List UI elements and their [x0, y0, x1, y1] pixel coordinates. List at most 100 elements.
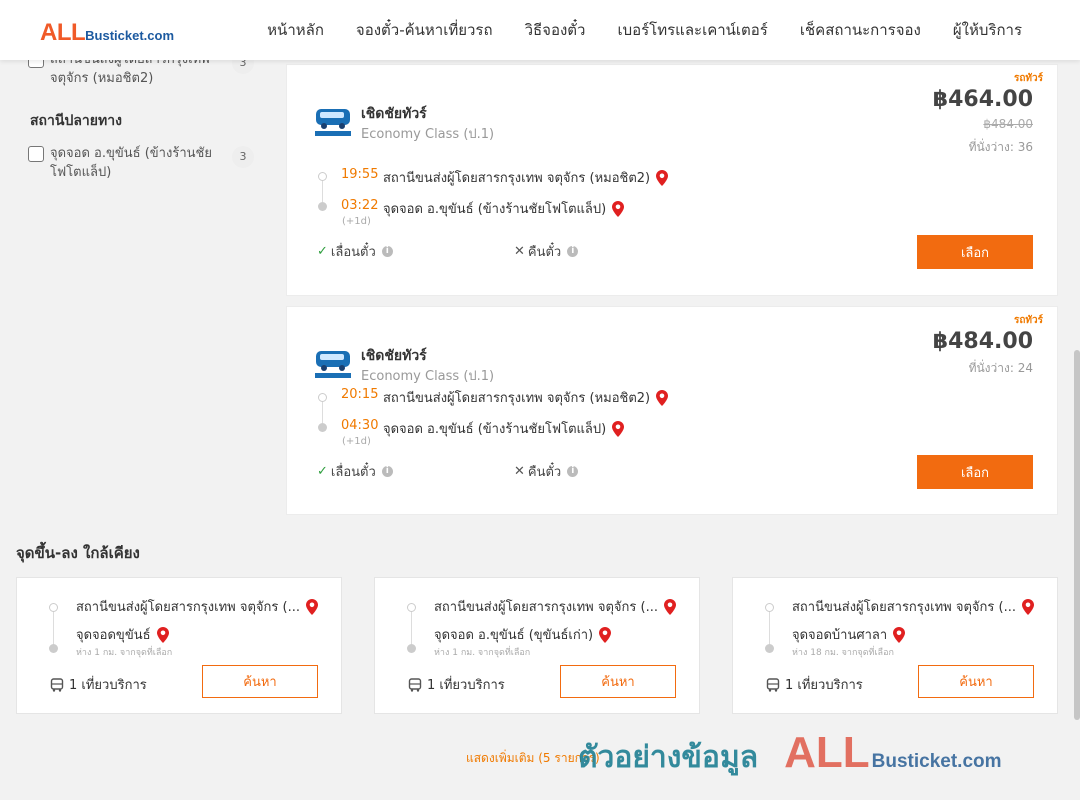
- route-dot-end: [318, 202, 327, 211]
- arrival-station-name: จุดจอด อ.ขุขันธ์ (ข้างร้านชัยโฟโตแล็ป): [383, 202, 607, 217]
- map-pin-icon[interactable]: [305, 598, 318, 615]
- map-pin-icon[interactable]: [599, 626, 612, 643]
- watermark-text: ตัวอย่างข้อมูล: [578, 740, 759, 775]
- arrival-station[interactable]: จุดจอด อ.ขุขันธ์ (ข้างร้านชัยโฟโตแล็ป): [383, 418, 625, 439]
- route-line: [411, 608, 412, 646]
- nearby-destination-name: จุดจอด อ.ขุขันธ์ (ขุขันธ์เก่า): [434, 628, 594, 643]
- filter-count-badge: 3: [232, 146, 254, 168]
- map-pin-icon[interactable]: [663, 598, 676, 615]
- reschedule-policy: ✓ เลื่อนตั๋ว i: [317, 461, 393, 482]
- check-icon: ✓: [317, 244, 328, 259]
- route-dot-start: [765, 603, 774, 612]
- watermark-logo-all: ALL: [784, 728, 870, 777]
- filter-item-label: จุดจอด อ.ขุขันธ์ (ข้างร้านชัยโฟโตแล็ป): [50, 146, 212, 180]
- search-button[interactable]: ค้นหา: [560, 665, 676, 698]
- info-icon[interactable]: i: [567, 246, 579, 257]
- logo-domain-text: Busticket.com: [85, 28, 175, 43]
- departure-station[interactable]: สถานีขนส่งผู้โดยสารกรุงเทพ จตุจักร (หมอช…: [383, 387, 669, 408]
- seats-available: ที่นั่งว่าง: 24: [968, 361, 1033, 375]
- route-line: [769, 608, 770, 646]
- info-icon[interactable]: i: [381, 246, 393, 257]
- departure-station[interactable]: สถานีขนส่งผู้โดยสารกรุงเทพ จตุจักร (หมอช…: [383, 167, 669, 188]
- info-icon[interactable]: i: [381, 466, 393, 477]
- logo-all-text: ALL: [40, 19, 86, 46]
- bus-icon: [766, 677, 780, 692]
- trip-price: ฿464.00: [932, 87, 1033, 112]
- departure-time: 20:15: [341, 387, 379, 402]
- route-dot-start: [318, 172, 327, 181]
- route-dot-end: [407, 644, 416, 653]
- nearby-service-count: 1 เที่ยวบริการ: [50, 674, 147, 695]
- site-header: ALL Busticket.com หน้าหลัก จองตั๋ว-ค้นหา…: [0, 0, 1080, 60]
- map-pin-icon[interactable]: [156, 626, 169, 643]
- trip-price: ฿484.00: [932, 329, 1033, 354]
- nearby-destination: จุดจอด อ.ขุขันธ์ (ขุขันธ์เก่า): [434, 624, 612, 645]
- route-dot-start: [407, 603, 416, 612]
- map-pin-icon[interactable]: [612, 420, 625, 437]
- route-line: [322, 399, 323, 423]
- nav-home[interactable]: หน้าหลัก: [267, 18, 324, 42]
- bus-icon: [50, 677, 64, 692]
- filter-destination-title: สถานีปลายทาง: [30, 113, 122, 129]
- nearby-destination: จุดจอดบ้านศาลา: [792, 624, 906, 645]
- arrival-station[interactable]: จุดจอด อ.ขุขันธ์ (ข้างร้านชัยโฟโตแล็ป): [383, 198, 625, 219]
- map-pin-icon[interactable]: [612, 200, 625, 217]
- nearby-distance: ห่าง 18 กม. จากจุดที่เลือก: [792, 648, 894, 658]
- map-pin-icon[interactable]: [656, 389, 669, 406]
- reschedule-label: เลื่อนตั๋ว: [330, 245, 376, 260]
- vehicle-type-tag: รถทัวร์: [1013, 73, 1043, 84]
- bus-class: Economy Class (ป.1): [361, 369, 495, 384]
- route-dot-start: [318, 393, 327, 402]
- nav-contact[interactable]: เบอร์โทรและเคาน์เตอร์: [617, 18, 767, 42]
- page-scrollbar[interactable]: [1074, 350, 1080, 720]
- bus-icon: [408, 677, 422, 692]
- site-logo[interactable]: ALL Busticket.com: [40, 19, 174, 47]
- main-nav: หน้าหลัก จองตั๋ว-ค้นหาเที่ยวรถ วิธีจองตั…: [267, 0, 1022, 60]
- arrival-station-name: จุดจอด อ.ขุขันธ์ (ข้างร้านชัยโฟโตแล็ป): [383, 422, 607, 437]
- map-pin-icon[interactable]: [893, 626, 906, 643]
- nearby-service-count: 1 เที่ยวบริการ: [408, 674, 505, 695]
- nav-check-status[interactable]: เช็คสถานะการจอง: [800, 18, 921, 42]
- trip-card: รถทัวร์ เชิดชัยทัวร์ Economy Class (ป.1)…: [286, 64, 1058, 296]
- cross-icon: ✕: [514, 244, 525, 259]
- select-trip-button[interactable]: เลือก: [917, 235, 1033, 269]
- vehicle-type-tag: รถทัวร์: [1013, 315, 1043, 326]
- map-pin-icon[interactable]: [656, 169, 669, 186]
- nav-operators[interactable]: ผู้ให้บริการ: [953, 18, 1022, 42]
- watermark-logo-domain: Busticket.com: [871, 751, 1002, 772]
- search-button[interactable]: ค้นหา: [918, 665, 1034, 698]
- next-day-indicator: (+1d): [342, 216, 371, 227]
- route-dot-end: [318, 423, 327, 432]
- refund-policy: ✕ คืนตั๋ว i: [514, 241, 579, 262]
- select-trip-button[interactable]: เลือก: [917, 455, 1033, 489]
- nearby-card: สถานีขนส่งผู้โดยสารกรุงเทพ จตุจักร (... …: [16, 577, 342, 714]
- nav-booking[interactable]: จองตั๋ว-ค้นหาเที่ยวรถ: [356, 18, 493, 42]
- departure-station-name: สถานีขนส่งผู้โดยสารกรุงเทพ จตุจักร (หมอช…: [383, 171, 651, 186]
- search-button[interactable]: ค้นหา: [202, 665, 318, 698]
- nearby-destination: จุดจอดขุขันธ์: [76, 624, 169, 645]
- operator-name: เชิดชัยทัวร์: [361, 106, 427, 122]
- bus-company-logo: [315, 109, 351, 136]
- filter-destination-item[interactable]: จุดจอด อ.ขุขันธ์ (ข้างร้านชัยโฟโตแล็ป) 3: [28, 144, 258, 182]
- nearby-card: สถานีขนส่งผู้โดยสารกรุงเทพ จตุจักร (... …: [374, 577, 700, 714]
- nearby-origin: สถานีขนส่งผู้โดยสารกรุงเทพ จตุจักร (...: [76, 596, 318, 617]
- refund-label: คืนตั๋ว: [527, 465, 562, 480]
- route-dot-end: [49, 644, 58, 653]
- seats-available: ที่นั่งว่าง: 36: [968, 140, 1033, 154]
- reschedule-label: เลื่อนตั๋ว: [330, 465, 376, 480]
- operator-name: เชิดชัยทัวร์: [361, 348, 427, 364]
- arrival-time: 04:30: [341, 418, 379, 433]
- reschedule-policy: ✓ เลื่อนตั๋ว i: [317, 241, 393, 262]
- nearby-section-title: จุดขึ้น-ลง ใกล้เคียง: [16, 544, 140, 562]
- nearby-distance: ห่าง 1 กม. จากจุดที่เลือก: [434, 648, 531, 658]
- info-icon[interactable]: i: [567, 466, 579, 477]
- route-line: [53, 608, 54, 646]
- nearby-origin: สถานีขนส่งผู้โดยสารกรุงเทพ จตุจักร (...: [792, 596, 1034, 617]
- map-pin-icon[interactable]: [1021, 598, 1034, 615]
- nav-how-to-book[interactable]: วิธีจองตั๋ว: [525, 18, 586, 42]
- service-count-label: 1 เที่ยวบริการ: [69, 678, 147, 693]
- filter-checkbox[interactable]: [28, 146, 44, 162]
- refund-policy: ✕ คืนตั๋ว i: [514, 461, 579, 482]
- nearby-origin-name: สถานีขนส่งผู้โดยสารกรุงเทพ จตุจักร (...: [76, 600, 300, 615]
- original-price: ฿484.00: [983, 117, 1033, 131]
